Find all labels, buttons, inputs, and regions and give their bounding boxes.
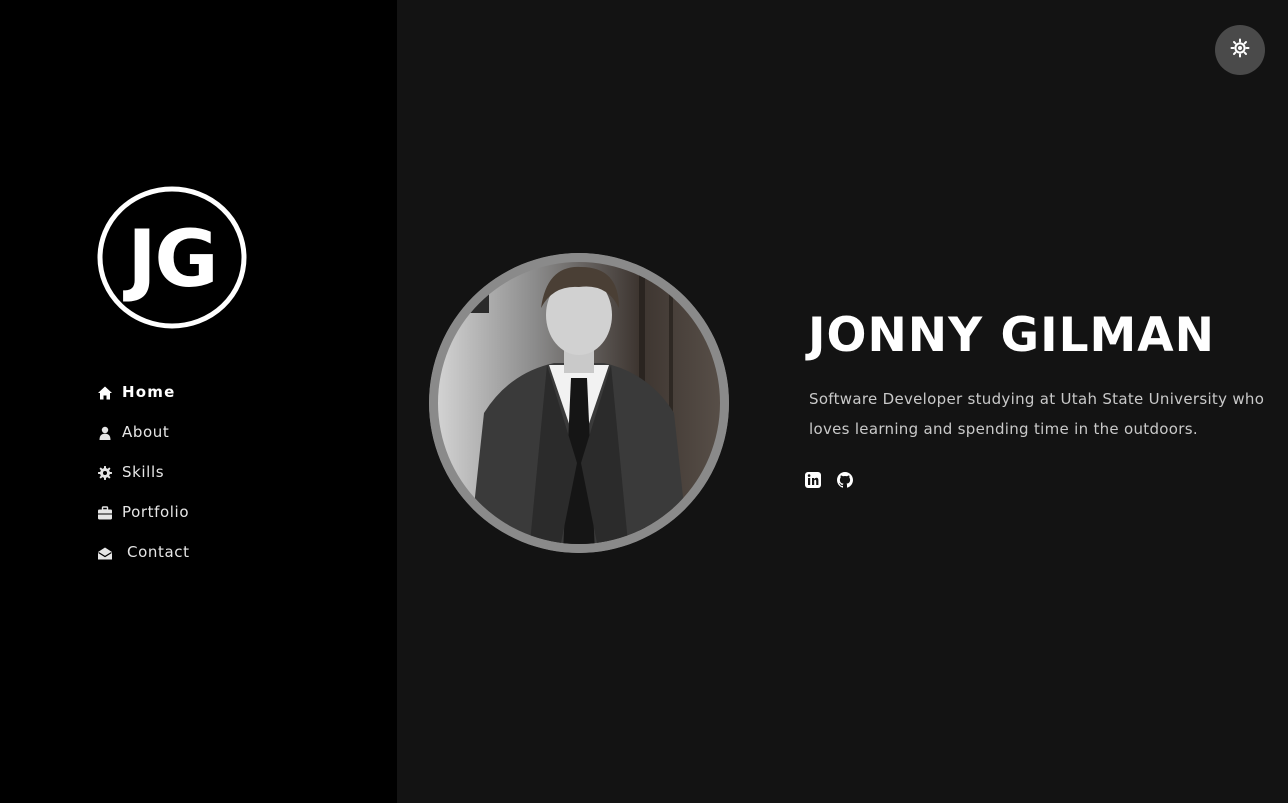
logo[interactable]: JG: [97, 186, 247, 329]
github-icon: [836, 471, 854, 489]
sidebar-nav: Home About Skills Portfolio Contact: [97, 372, 190, 572]
hero-description: Software Developer studying at Utah Stat…: [809, 390, 1265, 438]
nav-label-home: Home: [122, 383, 176, 401]
social-links: [804, 471, 854, 489]
linkedin-link[interactable]: [804, 471, 822, 489]
nav-label-portfolio: Portfolio: [122, 503, 190, 521]
github-link[interactable]: [836, 471, 854, 489]
sun-icon: [1230, 38, 1250, 62]
nav-item-skills[interactable]: Skills: [97, 452, 190, 492]
nav-label-about: About: [122, 423, 170, 441]
nav-label-skills: Skills: [122, 463, 165, 481]
nav-item-home[interactable]: Home: [97, 372, 190, 412]
nav-item-contact[interactable]: Contact: [97, 532, 190, 572]
profile-photo: [429, 253, 729, 553]
logo-badge: JG: [97, 186, 247, 329]
home-icon: [97, 385, 113, 401]
gear-icon: [97, 465, 113, 481]
main-content: JONNY GILMAN Software Developer studying…: [397, 0, 1288, 803]
user-icon: [97, 425, 113, 441]
theme-toggle-button[interactable]: [1215, 25, 1265, 75]
sidebar: JG Home About Skills Portfolio Contact: [0, 0, 397, 803]
page: JG Home About Skills Portfolio Contact J…: [0, 0, 1288, 803]
briefcase-icon: [97, 505, 113, 521]
nav-item-about[interactable]: About: [97, 412, 190, 452]
nav-item-portfolio[interactable]: Portfolio: [97, 492, 190, 532]
linkedin-icon: [804, 471, 822, 489]
hero-name: JONNY GILMAN: [808, 308, 1216, 363]
envelope-open-icon: [97, 545, 113, 561]
logo-monogram: JG: [122, 215, 216, 305]
nav-label-contact: Contact: [127, 543, 190, 561]
